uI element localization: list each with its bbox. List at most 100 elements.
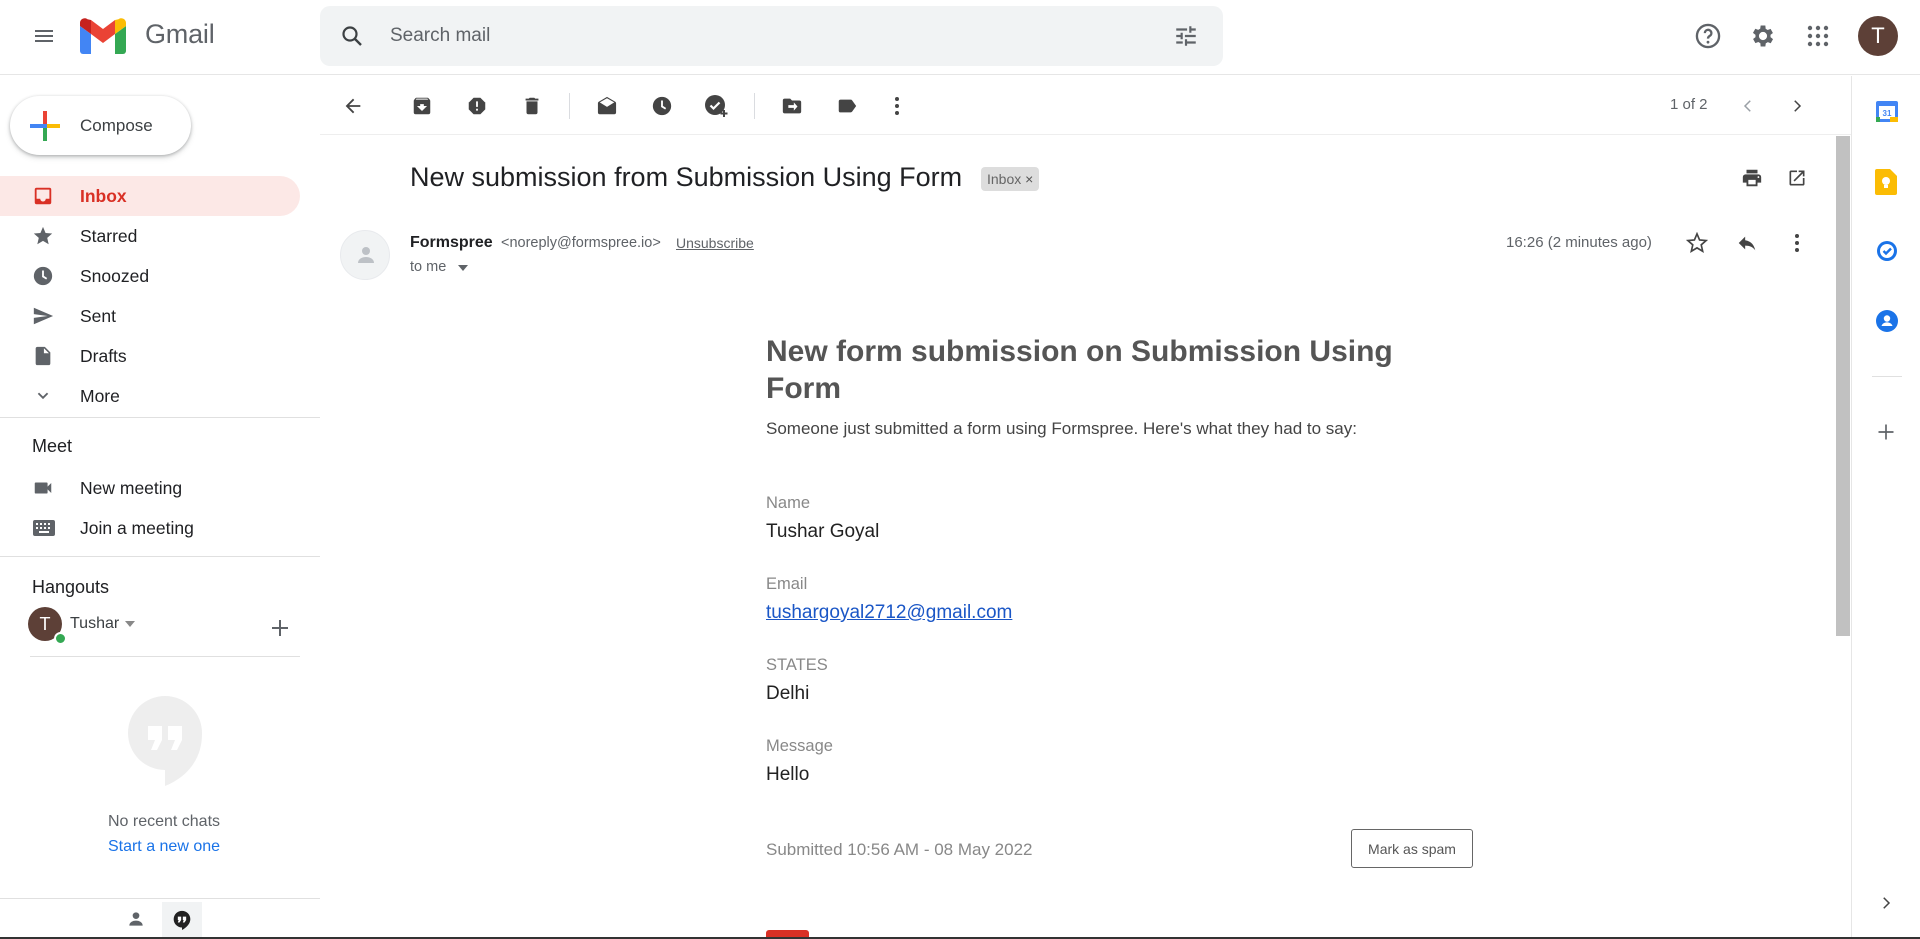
sidebar-item-sent[interactable]: Sent (0, 296, 300, 336)
hangouts-quote-icon (172, 910, 192, 930)
compose-button[interactable]: Compose (10, 96, 191, 155)
inbox-chip-label: Inbox (987, 171, 1022, 187)
snooze-clock-icon[interactable] (644, 88, 680, 124)
submitted-timestamp: Submitted 10:56 AM - 08 May 2022 (766, 840, 1033, 859)
clock-icon (32, 265, 54, 287)
form-submission-title: New form submission on Submission Using … (766, 335, 1393, 405)
send-icon (32, 305, 54, 327)
details-caret-icon[interactable] (458, 265, 468, 271)
sidebar-item-label: Snoozed (80, 266, 150, 286)
svg-text:31: 31 (1883, 109, 1892, 118)
chevron-right-icon[interactable] (1779, 88, 1815, 124)
open-in-new-window-icon[interactable] (1779, 160, 1815, 196)
gmail-logo-icon[interactable] (80, 18, 126, 54)
sender-avatar[interactable] (340, 230, 390, 280)
mark-as-spam-button[interactable]: Mark as spam (1351, 829, 1473, 868)
tasks-icon[interactable] (1875, 239, 1899, 263)
caret-down-icon[interactable] (125, 621, 135, 627)
message-timestamp: 16:26 (2 minutes ago) (1506, 234, 1652, 251)
sidebar-item-label: Sent (80, 306, 116, 326)
default-person-icon (354, 243, 378, 267)
inbox-label-chip[interactable]: Inbox × (981, 167, 1040, 191)
message-more-options-icon[interactable] (1779, 225, 1815, 261)
meet-new-meeting[interactable]: New meeting (0, 468, 300, 508)
add-to-tasks-icon[interactable] (699, 88, 735, 124)
pagination-text: 1 of 2 (1670, 96, 1708, 113)
delete-trash-icon[interactable] (514, 88, 550, 124)
back-arrow-icon[interactable] (335, 88, 371, 124)
sender-email[interactable]: <noreply@formspree.io> (501, 235, 661, 251)
print-icon[interactable] (1734, 160, 1770, 196)
star-outline-icon[interactable] (1679, 225, 1715, 261)
toolbar-separator (754, 93, 755, 119)
inbox-icon (32, 185, 54, 207)
sidebar-item-starred[interactable]: Starred (0, 216, 300, 256)
help-icon[interactable] (1684, 12, 1732, 60)
sidebar-item-snoozed[interactable]: Snoozed (0, 256, 300, 296)
recipient-details[interactable]: to me (410, 259, 446, 275)
archive-icon[interactable] (404, 88, 440, 124)
apps-grid-icon[interactable] (1794, 12, 1842, 60)
label-tag-icon[interactable] (829, 88, 865, 124)
toolbar-separator (569, 93, 570, 119)
field-value: Hello (766, 764, 810, 785)
field-value: tushargoyal2712@gmail.com (766, 602, 1012, 624)
search-input[interactable]: Search mail (390, 25, 490, 47)
form-submission-intro: Someone just submitted a form using Form… (766, 419, 1357, 438)
sidebar-divider (0, 556, 320, 557)
compose-label: Compose (80, 116, 153, 135)
search-icon[interactable] (340, 24, 364, 48)
keep-notes-icon[interactable] (1875, 169, 1897, 195)
hangouts-divider (30, 656, 300, 657)
show-side-panel-chevron-icon[interactable] (1877, 894, 1895, 912)
sidebar-item-label: More (80, 386, 120, 406)
recipient-text: to me (410, 259, 447, 275)
report-spam-icon[interactable] (459, 88, 495, 124)
hangouts-tab[interactable] (162, 902, 202, 939)
compose-plus-icon (30, 111, 60, 141)
unsubscribe-link[interactable]: Unsubscribe (676, 235, 754, 251)
keyboard-icon (32, 517, 56, 539)
get-addons-plus-icon[interactable] (1876, 422, 1896, 442)
chevron-left-icon[interactable] (1730, 88, 1766, 124)
quote-bubble-icon (126, 694, 204, 788)
email-address-link[interactable]: tushargoyal2712@gmail.com (766, 602, 1012, 623)
scrollbar[interactable] (1836, 136, 1850, 636)
top-header: Gmail Search mail T (0, 0, 1920, 75)
no-recent-chats-text: No recent chats (107, 813, 221, 830)
field-value: Delhi (766, 683, 810, 704)
toolbar-divider (320, 134, 1851, 135)
online-status-dot (54, 632, 67, 645)
hangouts-user-name[interactable]: Tushar (70, 615, 119, 633)
email-subject: New submission from Submission Using For… (410, 162, 963, 192)
settings-gear-icon[interactable] (1739, 12, 1787, 60)
chevron-down-icon (32, 385, 54, 407)
contacts-person-icon[interactable] (126, 909, 146, 929)
remove-label-close-icon[interactable]: × (1025, 171, 1033, 187)
field-label: Name (766, 494, 811, 512)
reply-icon[interactable] (1729, 225, 1765, 261)
contacts-icon[interactable] (1875, 309, 1899, 333)
more-options-icon[interactable] (879, 88, 915, 124)
sidebar-item-drafts[interactable]: Drafts (0, 336, 300, 376)
sidebar-item-inbox[interactable]: Inbox (0, 176, 300, 216)
sidebar-item-more[interactable]: More (0, 376, 300, 416)
main-menu-icon[interactable] (20, 12, 68, 60)
start-new-chat-link[interactable]: Start a new one (0, 838, 328, 856)
sender-name[interactable]: Formspree (410, 234, 493, 252)
add-chat-plus-icon[interactable] (268, 616, 292, 640)
search-options-icon[interactable] (1173, 23, 1199, 49)
move-to-folder-icon[interactable] (774, 88, 810, 124)
sidebar-divider (0, 417, 320, 418)
hangouts-section-title: Hangouts (32, 577, 110, 597)
field-value: Tushar Goyal (766, 521, 880, 542)
meet-join-meeting[interactable]: Join a meeting (0, 508, 300, 548)
field-label: STATES (766, 656, 828, 674)
search-bar[interactable]: Search mail (320, 6, 1223, 66)
mark-unread-icon[interactable] (589, 88, 625, 124)
join-meeting-label: Join a meeting (80, 518, 194, 538)
side-panel-divider (1872, 376, 1902, 377)
account-avatar[interactable]: T (1858, 16, 1898, 56)
calendar-icon[interactable]: 31 (1875, 99, 1899, 123)
app-name[interactable]: Gmail (145, 19, 215, 50)
